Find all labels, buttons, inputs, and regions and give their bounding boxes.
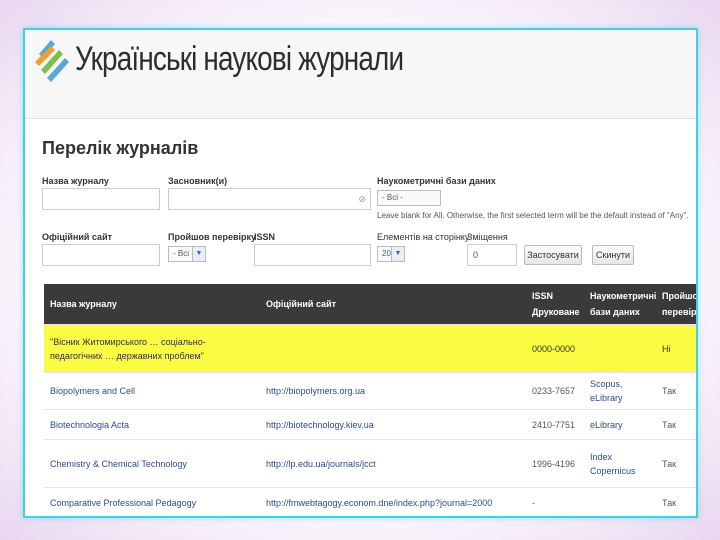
issn-cell: 0233-7657 (526, 372, 584, 410)
journal-name-cell[interactable]: Biotechnologia Acta (44, 409, 260, 440)
checked-cell: Ні (656, 324, 696, 373)
scientometric-hint: Leave blank for All. Otherwise, the firs… (377, 211, 689, 220)
website-cell[interactable]: http://biotechnology.kiev.ua (260, 409, 526, 440)
journal-name-input[interactable] (42, 188, 160, 210)
website-cell[interactable]: http://fmwebtagogy.econom.dne/index.php?… (260, 487, 526, 516)
scientometric-select[interactable]: - Всі - (377, 190, 441, 206)
table-row: "Вісник Житомирського … соціально-педаго… (44, 324, 696, 373)
website-input[interactable] (42, 244, 160, 266)
column-header-databases[interactable]: Наукометричні бази даних (584, 284, 656, 325)
issn-cell: 2410-7751 (526, 409, 584, 440)
site-logo[interactable] (33, 36, 71, 82)
website-label: Офіційний сайт (42, 232, 113, 242)
per-page-value: 20 (382, 249, 391, 258)
column-header-issn[interactable]: ISSN Друковане (526, 284, 584, 325)
journal-name-cell[interactable]: Biopolymers and Cell (44, 372, 260, 410)
founder-label: Засновник(и) (168, 176, 228, 186)
table-row: Comparative Professional Pedagogy http:/… (44, 487, 696, 516)
table-row: Biotechnologia Acta http://biotechnology… (44, 409, 696, 440)
table-row: Biopolymers and Cell http://biopolymers.… (44, 372, 696, 410)
chevron-down-icon: ▼ (192, 247, 205, 261)
scientometric-select-value: - Всі - (382, 193, 403, 202)
checked-label: Пройшов перевірку (168, 232, 257, 242)
reset-button[interactable]: Скинути (592, 245, 634, 265)
journals-table: Назва журналу Офіційний сайт ISSN Друков… (44, 284, 696, 516)
journal-name-cell[interactable]: "Вісник Житомирського … соціально-педаго… (44, 324, 260, 373)
offset-label: Зміщення (467, 232, 508, 242)
per-page-select[interactable]: 20 ▼ (377, 246, 405, 262)
per-page-label: Елементів на сторінку (377, 232, 470, 242)
chevron-down-icon: ▼ (391, 247, 404, 261)
checked-cell: Так (656, 409, 696, 440)
website-cell[interactable]: http://lp.edu.ua/journals/jcct (260, 439, 526, 488)
checked-select[interactable]: - Всі - ▼ (168, 246, 206, 262)
issn-label: ISSN (254, 232, 276, 242)
journal-name-label: Назва журналу (42, 176, 109, 186)
website-cell[interactable] (260, 324, 526, 373)
browser-frame: Українські наукові журнали Перелік журна… (23, 28, 698, 518)
table-row: Chemistry & Chemical Technology http://l… (44, 439, 696, 488)
founder-input[interactable]: ⊘ (168, 188, 371, 210)
site-header: Українські наукові журнали (25, 30, 696, 119)
checked-cell: Так (656, 487, 696, 516)
column-header-checked[interactable]: Пройшов перевірку (656, 284, 696, 325)
table-header-row: Назва журналу Офіційний сайт ISSN Друков… (44, 284, 696, 325)
column-header-site[interactable]: Офіційний сайт (260, 284, 526, 325)
checked-cell: Так (656, 372, 696, 410)
column-header-name[interactable]: Назва журналу (44, 284, 260, 325)
issn-cell: 1996-4196 (526, 439, 584, 488)
clear-icon[interactable]: ⊘ (358, 189, 366, 209)
databases-cell (584, 324, 656, 373)
journal-name-cell[interactable]: Comparative Professional Pedagogy (44, 487, 260, 516)
databases-cell (584, 487, 656, 516)
databases-cell: Index Copernicus (584, 439, 656, 488)
issn-cell: - (526, 487, 584, 516)
website-cell[interactable]: http://biopolymers.org.ua (260, 372, 526, 410)
issn-cell: 0000-0000 (526, 324, 584, 373)
issn-input[interactable] (254, 244, 371, 266)
journal-name-cell[interactable]: Chemistry & Chemical Technology (44, 439, 260, 488)
page-title: Перелік журналів (42, 138, 199, 158)
site-title[interactable]: Українські наукові журнали (75, 40, 404, 79)
scientometric-label: Наукометричні бази даних (377, 176, 496, 186)
checked-select-value: - Всі - (173, 249, 194, 258)
apply-button[interactable]: Застосувати (524, 245, 582, 265)
databases-cell: eLibrary (584, 409, 656, 440)
databases-cell: Scopus, eLibrary (584, 372, 656, 410)
checked-cell: Так (656, 439, 696, 488)
offset-input[interactable]: 0 (467, 244, 517, 266)
